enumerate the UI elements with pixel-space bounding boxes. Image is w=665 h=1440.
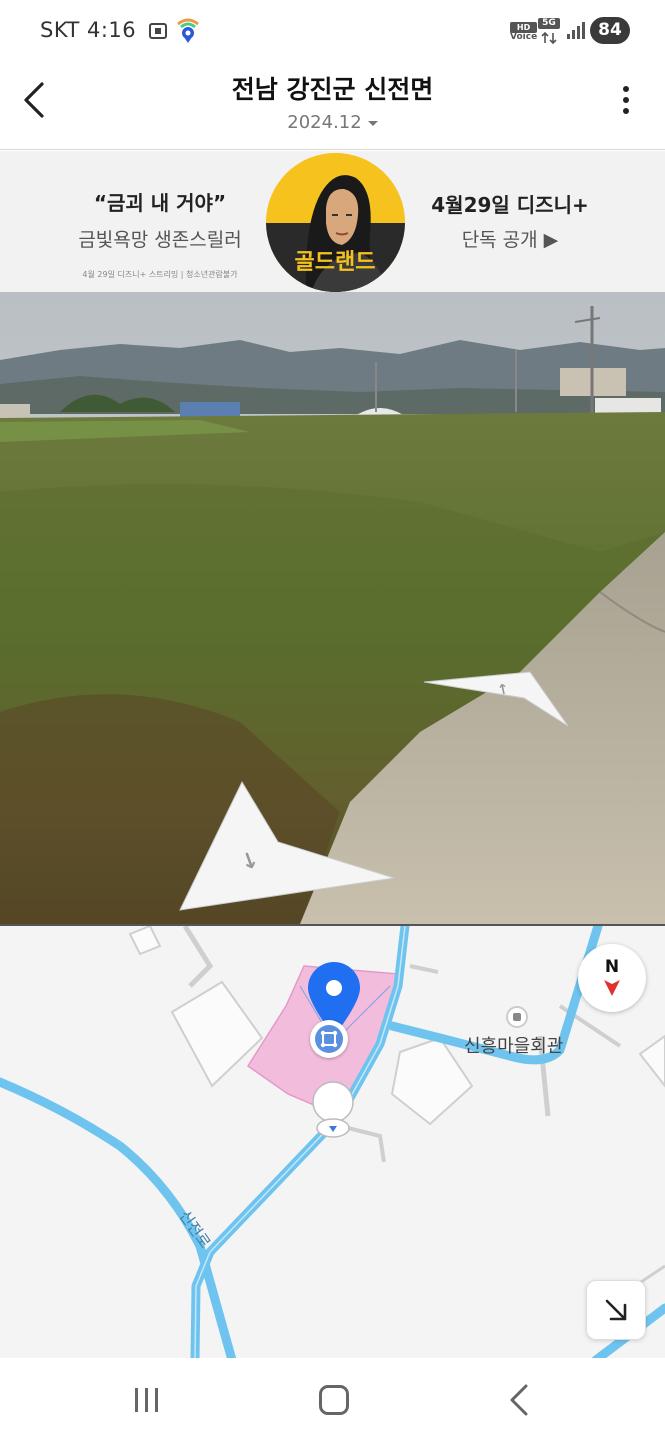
compass-needle-icon (604, 980, 620, 996)
compass-button[interactable]: N (578, 944, 646, 1012)
data-arrows-icon (541, 31, 557, 45)
pegman-icon[interactable] (310, 1080, 356, 1138)
more-vertical-icon[interactable] (610, 82, 642, 122)
ad-poster-image: 골드랜드 (266, 153, 405, 292)
carrier-time: SKT 4:16 (40, 18, 137, 42)
date-label: 2024.12 (287, 112, 362, 133)
nav-arrow-forward[interactable]: ↑ (420, 668, 570, 734)
status-bar: SKT 4:16 HD Voice 5G 84 (0, 0, 665, 62)
ad-quote: “금괴 내 거야” (93, 191, 227, 215)
arrow-down-right-icon (605, 1299, 627, 1321)
nav-arrow-back[interactable]: ↓ (178, 780, 398, 916)
mini-map[interactable]: 신흥마을회관 신전로 N (0, 924, 665, 1358)
hd-voice-indicator: HD Voice (510, 22, 538, 42)
screen-capture-icon (149, 23, 167, 39)
location-app-icon (177, 18, 199, 43)
ad-poster-title: 골드랜드 (295, 250, 376, 275)
ad-cta: 단독 공개 ▶ (461, 229, 559, 251)
network-5g-indicator: 5G (538, 18, 560, 45)
panorama-icon (315, 1025, 343, 1053)
system-nav-bar (0, 1358, 665, 1440)
ad-subtitle: 금빛욕망 생존스릴러 (78, 229, 242, 251)
poi-label[interactable]: 신흥마을회관 (464, 1032, 563, 1058)
poi-marker-icon[interactable] (506, 1006, 528, 1028)
header: 전남 강진군 신전면 2024.12 (0, 62, 665, 150)
ad-release-date: 4월29일 디즈니+ (431, 193, 589, 217)
page-title: 전남 강진군 신전면 (231, 75, 434, 104)
caret-down-icon (367, 120, 378, 126)
home-icon[interactable] (319, 1385, 349, 1415)
expand-map-button[interactable] (586, 1280, 646, 1340)
panorama-marker[interactable] (310, 1020, 348, 1058)
street-view-panorama[interactable]: ↑ ↓ (0, 292, 665, 924)
ad-fine-print: 4월 29일 디즈니+ 스트리밍 | 청소년관람불가 (82, 270, 238, 279)
compass-north-label: N (604, 957, 620, 977)
recent-apps-icon[interactable] (133, 1386, 161, 1414)
date-selector[interactable]: 2024.12 (0, 112, 665, 133)
ad-banner[interactable]: “금괴 내 거야” 금빛욕망 생존스릴러 4월 29일 디즈니+ 스트리밍 | … (0, 151, 665, 292)
signal-icon (567, 22, 585, 39)
battery-indicator: 84 (590, 17, 630, 44)
back-icon[interactable] (508, 1384, 532, 1416)
